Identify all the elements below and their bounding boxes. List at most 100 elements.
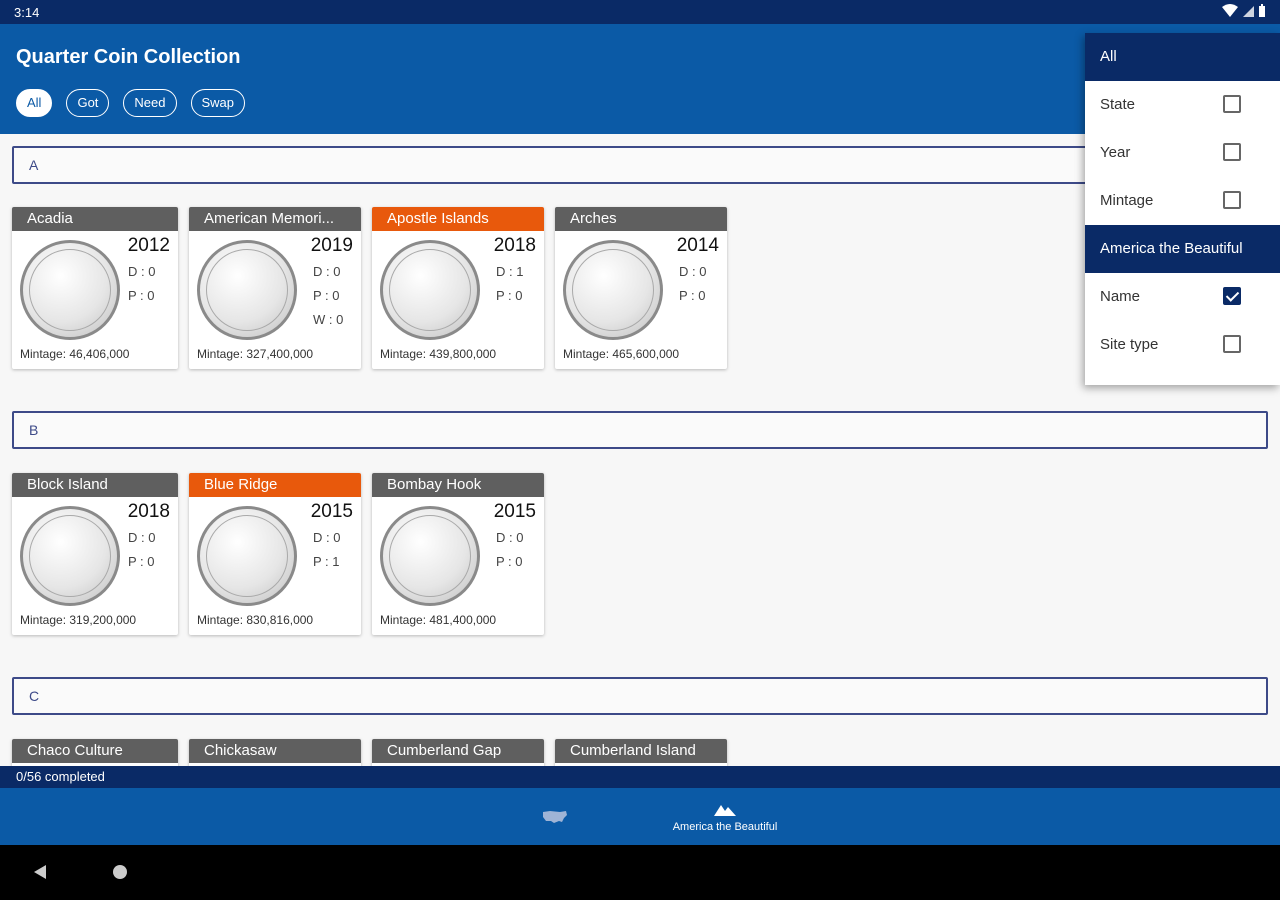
option-label: Site type xyxy=(1100,336,1159,353)
coin-d-count: D : 0 xyxy=(313,264,341,279)
system-icons xyxy=(1222,4,1266,18)
coin-name: Chickasaw xyxy=(189,739,361,763)
nav-label: America the Beautiful xyxy=(672,820,778,833)
state-checkbox[interactable] xyxy=(1223,95,1241,113)
status-time: 3:14 xyxy=(14,5,40,20)
usa-map-icon xyxy=(543,810,567,823)
section-header-a: A xyxy=(12,146,1268,184)
coin-image xyxy=(380,506,480,606)
filter-all-chip[interactable]: All xyxy=(16,89,53,117)
mintage-checkbox[interactable] xyxy=(1223,191,1241,209)
coin-mintage: Mintage: 46,406,000 xyxy=(20,347,130,361)
coin-year: 2018 xyxy=(493,235,536,256)
coin-name: Cumberland Gap xyxy=(372,739,544,763)
coin-mintage: Mintage: 830,816,000 xyxy=(197,613,314,627)
site-type-checkbox[interactable] xyxy=(1223,335,1241,353)
coin-card-arches[interactable]: Arches 2014 D : 0 P : 0 Mintage: 465,600… xyxy=(555,207,727,369)
coin-card-blue-ridge[interactable]: Blue Ridge 2015 D : 0 P : 1 Mintage: 830… xyxy=(189,473,361,635)
coin-year: 2019 xyxy=(310,235,353,256)
coin-card-block-island[interactable]: Block Island 2018 D : 0 P : 0 Mintage: 3… xyxy=(12,473,178,635)
back-icon[interactable] xyxy=(32,864,48,880)
coin-name: Chaco Culture xyxy=(12,739,178,763)
coin-p-count: P : 0 xyxy=(679,288,706,303)
section-header-c: C xyxy=(12,677,1268,715)
coin-d-count: D : 0 xyxy=(313,530,341,545)
sort-option-year[interactable]: Year xyxy=(1085,129,1280,177)
option-label: State xyxy=(1100,96,1136,113)
coin-name: Block Island xyxy=(12,473,178,497)
filter-got-chip[interactable]: Got xyxy=(66,89,110,117)
wifi-icon xyxy=(1222,4,1238,17)
coin-image xyxy=(20,506,120,606)
section-header-b: B xyxy=(12,411,1268,449)
coin-card-bombay-hook[interactable]: Bombay Hook 2015 D : 0 P : 0 Mintage: 48… xyxy=(372,473,544,635)
app-title: Quarter Coin Collection xyxy=(16,46,241,68)
sort-group-header-all: All xyxy=(1085,33,1280,81)
coin-card-cumberland-island[interactable]: Cumberland Island xyxy=(555,739,727,766)
coin-year: 2018 xyxy=(127,501,170,522)
sort-option-mintage[interactable]: Mintage xyxy=(1085,177,1280,225)
coin-mintage: Mintage: 439,800,000 xyxy=(380,347,497,361)
name-checkbox[interactable] xyxy=(1223,287,1241,305)
coin-year: 2012 xyxy=(127,235,170,256)
coin-p-count: P : 0 xyxy=(496,288,523,303)
coin-image xyxy=(197,240,297,340)
filter-swap-chip[interactable]: Swap xyxy=(190,89,246,117)
coin-year: 2015 xyxy=(310,501,353,522)
coin-card-cumberland-gap[interactable]: Cumberland Gap xyxy=(372,739,544,766)
coin-card-american-memorial[interactable]: American Memori... 2019 D : 0 P : 0 W : … xyxy=(189,207,361,369)
coin-p-count: P : 0 xyxy=(128,288,155,303)
battery-icon xyxy=(1259,4,1265,17)
coin-mintage: Mintage: 481,400,000 xyxy=(380,613,497,627)
home-icon[interactable] xyxy=(112,864,128,880)
coin-name: American Memori... xyxy=(189,207,361,231)
filter-need-chip[interactable]: Need xyxy=(123,89,177,117)
coin-mintage: Mintage: 327,400,000 xyxy=(197,347,314,361)
option-label: Mintage xyxy=(1100,192,1154,209)
option-label: Year xyxy=(1100,144,1131,161)
progress-text: 0/56 completed xyxy=(0,766,1280,788)
status-bar: 3:14 xyxy=(0,0,1280,24)
system-navigation-bar xyxy=(0,845,1280,900)
coin-w-count: W : 0 xyxy=(313,312,344,327)
coin-mintage: Mintage: 319,200,000 xyxy=(20,613,137,627)
sort-group-header-atb: America the Beautiful xyxy=(1085,225,1280,273)
coin-year: 2015 xyxy=(493,501,536,522)
nav-states-tab[interactable] xyxy=(530,788,580,845)
coin-mintage: Mintage: 465,600,000 xyxy=(563,347,680,361)
nav-america-beautiful-tab[interactable]: America the Beautiful xyxy=(650,788,800,845)
coin-name: Acadia xyxy=(12,207,178,231)
coin-card-apostle-islands[interactable]: Apostle Islands 2018 D : 1 P : 0 Mintage… xyxy=(372,207,544,369)
signal-icon xyxy=(1243,6,1254,17)
sort-menu: All State Year Mintage America the Beaut… xyxy=(1085,33,1280,385)
coin-d-count: D : 0 xyxy=(679,264,707,279)
coin-card-acadia[interactable]: Acadia 2012 D : 0 P : 0 Mintage: 46,406,… xyxy=(12,207,178,369)
year-checkbox[interactable] xyxy=(1223,143,1241,161)
mountain-icon xyxy=(714,804,736,816)
sort-option-state[interactable]: State xyxy=(1085,81,1280,129)
coin-d-count: D : 1 xyxy=(496,264,524,279)
sort-option-name[interactable]: Name xyxy=(1085,273,1280,321)
coin-name: Bombay Hook xyxy=(372,473,544,497)
coin-image xyxy=(20,240,120,340)
filter-chips: All Got Need Swap xyxy=(16,89,246,117)
coin-image xyxy=(380,240,480,340)
sort-option-site-type[interactable]: Site type xyxy=(1085,321,1280,369)
coin-card-chickasaw[interactable]: Chickasaw xyxy=(189,739,361,766)
bottom-navigation: America the Beautiful xyxy=(0,788,1280,845)
coin-d-count: D : 0 xyxy=(128,530,156,545)
coin-d-count: D : 0 xyxy=(128,264,156,279)
coin-name: Apostle Islands xyxy=(372,207,544,231)
coin-year: 2014 xyxy=(676,235,719,256)
coin-card-chaco-culture[interactable]: Chaco Culture xyxy=(12,739,178,766)
coin-p-count: P : 0 xyxy=(313,288,340,303)
coin-image xyxy=(563,240,663,340)
coin-d-count: D : 0 xyxy=(496,530,524,545)
coin-image xyxy=(197,506,297,606)
coin-p-count: P : 0 xyxy=(128,554,155,569)
coin-name: Cumberland Island xyxy=(555,739,727,763)
coin-p-count: P : 1 xyxy=(313,554,340,569)
coin-name: Blue Ridge xyxy=(189,473,361,497)
option-label: Name xyxy=(1100,288,1141,305)
coin-p-count: P : 0 xyxy=(496,554,523,569)
